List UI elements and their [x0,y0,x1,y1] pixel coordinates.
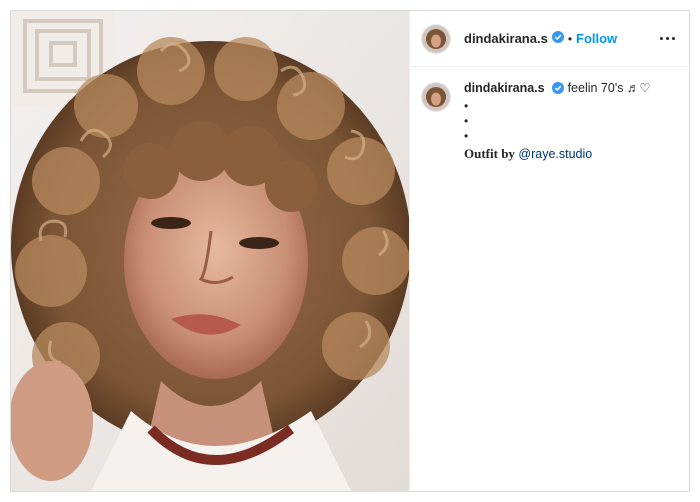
verified-badge-icon [552,82,565,99]
outfit-credit: Outfit by @raye.studio [464,146,651,163]
caption-username[interactable]: dindakirana.s [464,81,545,95]
caption-bullet: • [464,128,469,143]
post-caption: dindakirana.s feelin 70's ♬♡ • • • Outfi… [410,67,689,162]
outfit-label: Outfit by [464,145,515,161]
more-options-icon[interactable] [660,37,675,40]
separator-dot: • [567,31,573,46]
post-media-video[interactable] [11,11,409,491]
caption-avatar[interactable] [422,83,450,111]
caption-body: dindakirana.s feelin 70's ♬♡ • • • Outfi… [464,81,651,162]
outfit-mention-link[interactable]: @raye.studio [518,147,592,161]
post-header: dindakirana.s • Follow [410,11,689,67]
verified-badge-icon [551,30,564,48]
caption-bullet: • [464,98,469,113]
post-side-panel: dindakirana.s • Follow dindakirana.s fee… [409,11,689,491]
follow-button[interactable]: Follow [576,31,617,46]
caption-bullet: • [464,113,469,128]
post-author-username[interactable]: dindakirana.s [464,31,548,46]
instagram-post-frame: dindakirana.s • Follow dindakirana.s fee… [10,10,690,492]
caption-text: feelin 70's ♬♡ [567,81,651,95]
avatar[interactable] [422,24,450,53]
